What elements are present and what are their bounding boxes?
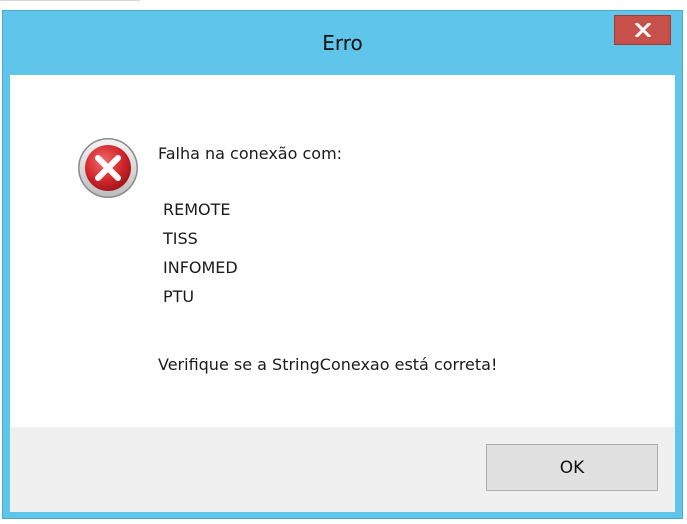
desktop-divider xyxy=(0,0,140,1)
server-item-infomed: INFOMED xyxy=(163,258,238,277)
server-list: REMOTE TISS INFOMED PTU xyxy=(163,200,238,316)
message-footer: Verifique se a StringConexao está corret… xyxy=(158,355,498,374)
error-dialog-window: Erro Falha na conexão com: REMOTE TISS I… xyxy=(2,10,683,519)
dialog-message-area: Falha na conexão com: REMOTE TISS INFOME… xyxy=(10,75,675,427)
dialog-titlebar[interactable]: Erro xyxy=(3,11,682,75)
message-heading: Falha na conexão com: xyxy=(158,144,343,163)
error-icon xyxy=(78,138,138,198)
close-icon xyxy=(635,23,651,37)
dialog-title: Erro xyxy=(322,31,363,55)
dialog-client-area: Falha na conexão com: REMOTE TISS INFOME… xyxy=(10,75,675,512)
desktop-background xyxy=(0,0,687,8)
close-button[interactable] xyxy=(614,15,671,45)
ok-button[interactable]: OK xyxy=(486,444,658,491)
server-item-ptu: PTU xyxy=(163,287,195,306)
server-item-remote: REMOTE xyxy=(163,200,231,219)
server-item-tiss: TISS xyxy=(163,229,198,248)
